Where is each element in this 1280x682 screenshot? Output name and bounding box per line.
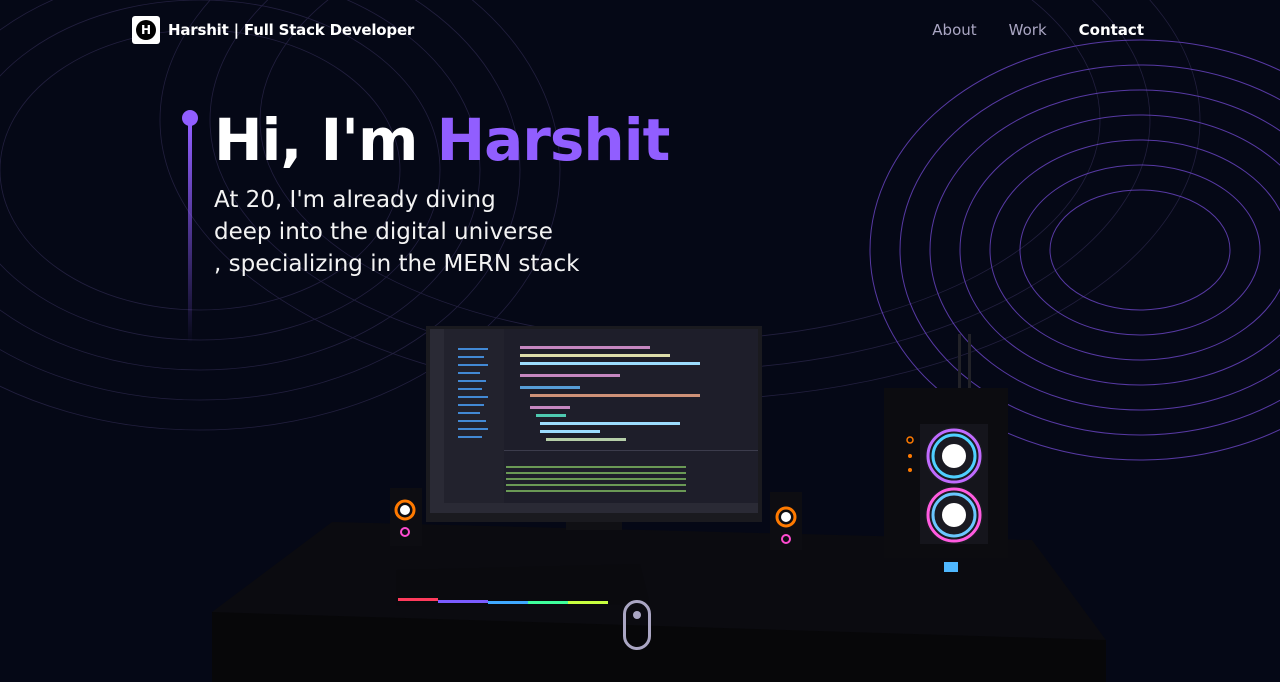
hero-greeting: Hi, I'm (214, 106, 418, 174)
brand-tagline: | Full Stack Developer (233, 21, 415, 39)
speaker-icon (770, 492, 802, 550)
logo-icon: H (132, 16, 160, 44)
keyboard-icon (396, 564, 650, 606)
brand-link[interactable]: H Harshit | Full Stack Developer (132, 16, 414, 44)
nav-link-contact[interactable]: Contact (1079, 21, 1144, 39)
hero-subtitle-line: deep into the digital universe (214, 219, 553, 245)
hero-title: Hi, I'm Harshit (214, 104, 671, 176)
hero-decoration (182, 110, 198, 344)
navbar: H Harshit | Full Stack Developer About W… (0, 0, 1280, 60)
nav-link-about[interactable]: About (932, 21, 976, 39)
hero-subtitle-line: At 20, I'm already diving (214, 187, 496, 213)
nav-links: About Work Contact (932, 21, 1144, 39)
monitor-icon (426, 326, 762, 530)
mouse-scroll-icon[interactable] (623, 600, 651, 650)
hero-line (188, 124, 192, 344)
logo-letter: H (136, 20, 156, 40)
hero-subtitle-line: , specializing in the MERN stack (214, 251, 580, 277)
hero-name: Harshit (436, 106, 671, 174)
pc-tower-icon (884, 334, 1008, 572)
scroll-dot (633, 611, 641, 619)
brand-name: Harshit | Full Stack Developer (168, 21, 414, 39)
brand-name-text: Harshit (168, 21, 229, 39)
hero-subtitle: At 20, I'm already diving deep into the … (214, 184, 634, 280)
nav-link-work[interactable]: Work (1009, 21, 1047, 39)
speaker-icon (390, 488, 422, 546)
